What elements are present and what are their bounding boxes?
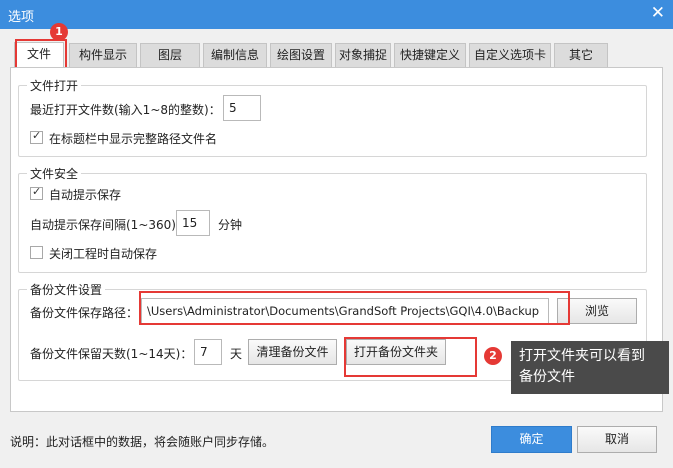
browse-button[interactable]: 浏览	[557, 298, 637, 324]
annotation-tooltip: 打开文件夹可以看到 备份文件	[511, 341, 669, 394]
tab-custom-tabs[interactable]: 自定义选项卡	[469, 43, 551, 67]
tab-other[interactable]: 其它	[554, 43, 608, 67]
backup-days-label: 备份文件保留天数(1~14天)：	[30, 347, 193, 361]
save-interval-unit: 分钟	[218, 218, 243, 232]
step-badge-2: 2	[484, 347, 502, 365]
tooltip-line-2: 备份文件	[519, 369, 575, 385]
title-bar: 选项 ✕	[0, 0, 673, 29]
recent-files-label: 最近打开文件数(输入1~8的整数)：	[30, 103, 221, 117]
check-icon: ✓	[32, 129, 42, 142]
group-backup-title: 备份文件设置	[27, 281, 106, 298]
check-icon: ✓	[32, 185, 42, 198]
clean-backup-button[interactable]: 清理备份文件	[248, 339, 337, 365]
tab-compile-info[interactable]: 编制信息	[203, 43, 267, 67]
backup-path-label: 备份文件保存路径：	[30, 306, 139, 320]
tab-component-display[interactable]: 构件显示	[69, 43, 137, 67]
tab-drawing-settings[interactable]: 绘图设置	[270, 43, 332, 67]
tab-shortcut-keys[interactable]: 快捷键定义	[394, 43, 466, 67]
tab-file[interactable]: 文件	[14, 42, 64, 68]
auto-save-prompt-checkbox[interactable]: ✓	[30, 185, 43, 200]
tab-layers[interactable]: 图层	[140, 43, 200, 67]
ok-button[interactable]: 确定	[491, 426, 572, 453]
window-title: 选项	[8, 10, 35, 25]
cancel-button[interactable]: 取消	[577, 426, 657, 453]
step-badge-1: 1	[50, 23, 68, 41]
save-on-close-label: 关闭工程时自动保存	[49, 247, 158, 261]
backup-path-input[interactable]: \Users\Administrator\Documents\GrandSoft…	[141, 298, 549, 324]
backup-days-unit: 天	[230, 347, 243, 361]
group-file-security-title: 文件安全	[27, 165, 82, 182]
open-backup-folder-button[interactable]: 打开备份文件夹	[346, 339, 446, 365]
backup-days-input[interactable]: 7	[194, 339, 222, 365]
group-file-open-title: 文件打开	[27, 77, 82, 94]
close-icon[interactable]: ✕	[651, 3, 665, 23]
auto-save-prompt-label: 自动提示保存	[49, 188, 122, 202]
footer-note: 说明：此对话框中的数据，将会随账户同步存储。	[10, 435, 275, 449]
tooltip-line-1: 打开文件夹可以看到	[519, 348, 645, 364]
tab-object-snap[interactable]: 对象捕捉	[335, 43, 391, 67]
save-interval-label: 自动提示保存间隔(1~360)	[30, 218, 176, 232]
save-on-close-checkbox[interactable]	[30, 246, 43, 259]
show-full-path-checkbox[interactable]: ✓	[30, 129, 43, 144]
recent-files-input[interactable]: 5	[223, 95, 261, 121]
save-interval-input[interactable]: 15	[176, 210, 210, 236]
show-full-path-label: 在标题栏中显示完整路径文件名	[49, 132, 218, 146]
